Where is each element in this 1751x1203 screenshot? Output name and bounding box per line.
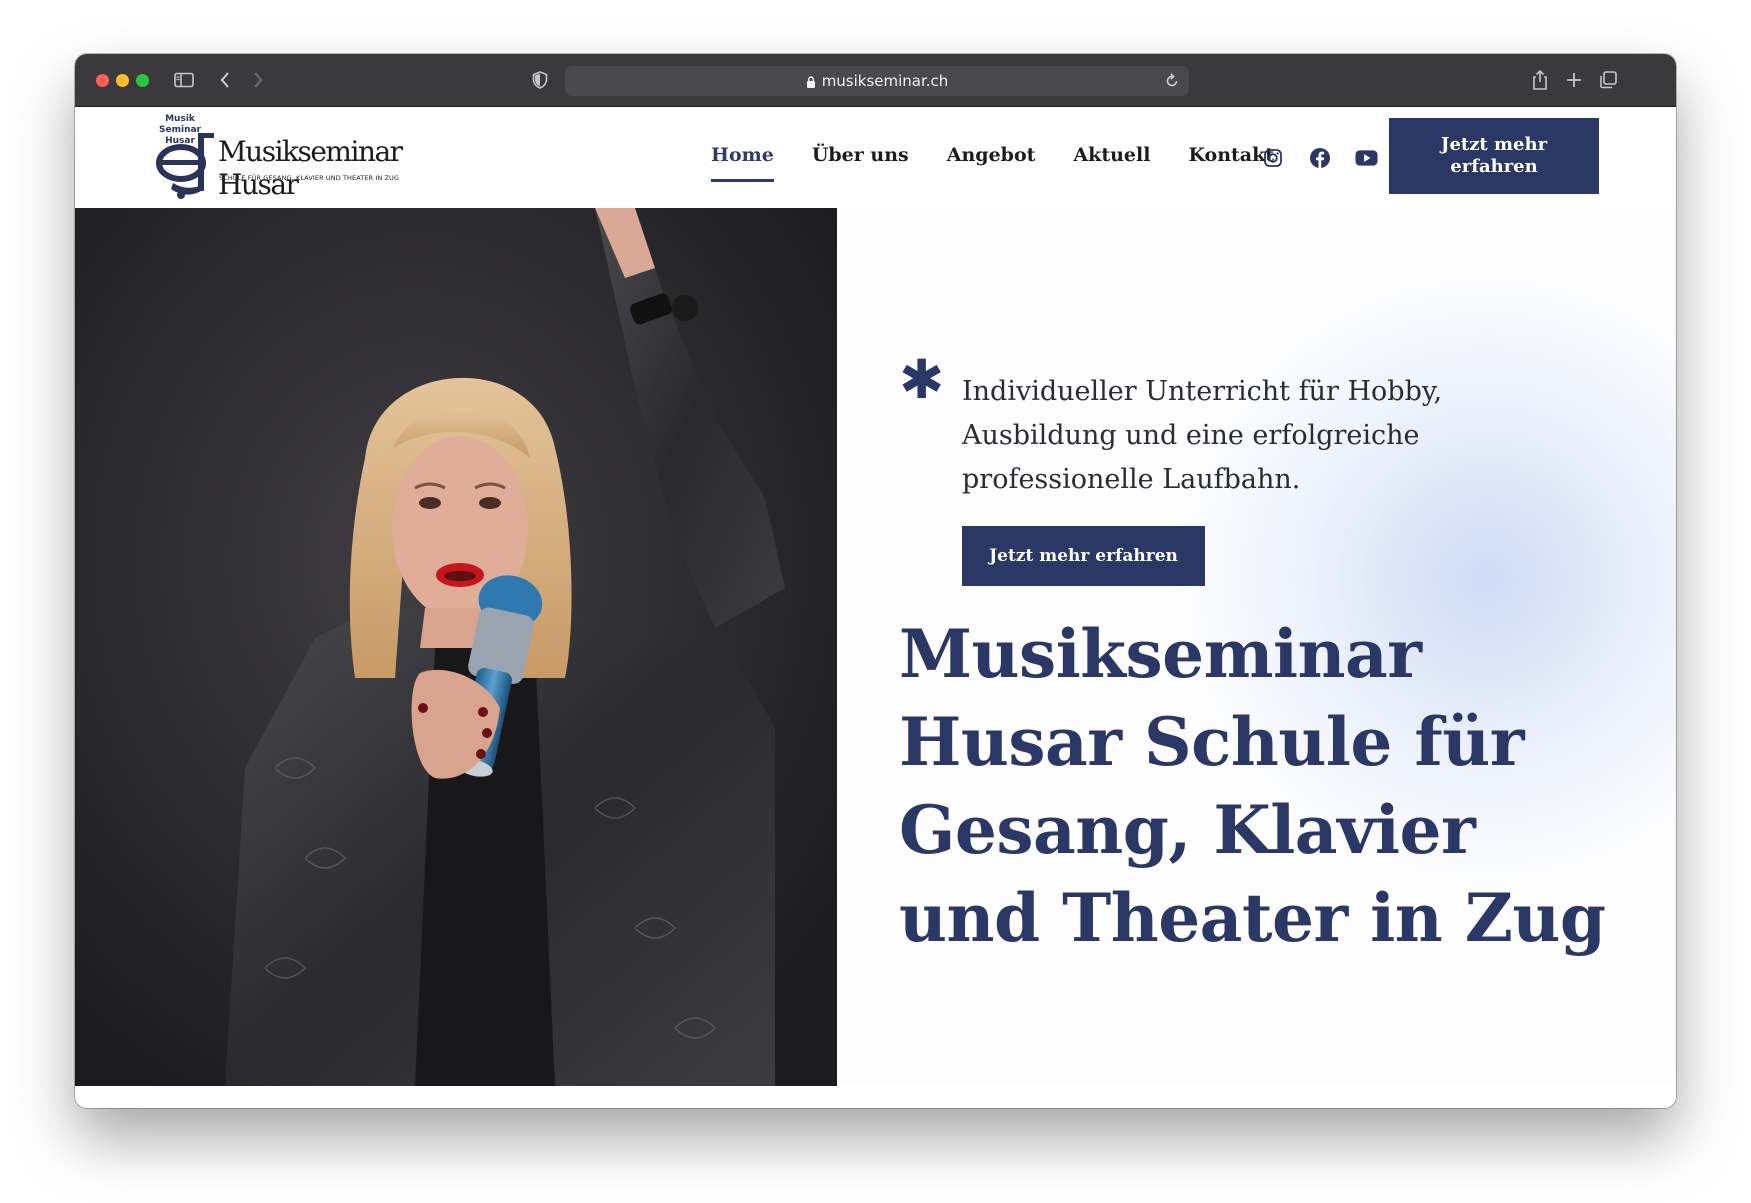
new-tab-icon[interactable] <box>1563 67 1585 93</box>
site-logo[interactable]: Musik Seminar Husar Musikseminar Husar S… <box>153 113 433 203</box>
zoom-window-button[interactable] <box>136 74 149 87</box>
url-text: musikseminar.ch <box>821 72 949 90</box>
browser-toolbar: musikseminar.ch <box>75 54 1676 107</box>
hero-photo <box>75 208 837 1086</box>
main-navigation: Home Über uns Angebot Aktuell Kontakt <box>711 144 1274 182</box>
logo-tagline: SCHULE FÜR GESANG, KLAVIER UND THEATER I… <box>219 174 400 182</box>
singer-illustration <box>75 208 837 1086</box>
hero-intro-text: Individueller Unterricht für Hobby, Ausb… <box>962 376 1443 495</box>
privacy-shield-icon[interactable] <box>530 67 550 93</box>
tab-overview-icon[interactable] <box>1597 67 1619 93</box>
sidebar-toggle-icon[interactable] <box>171 67 197 93</box>
social-links <box>1261 146 1378 169</box>
minimize-window-button[interactable] <box>116 74 129 87</box>
browser-window: musikseminar.ch Musik Seminar Husar Musi… <box>75 54 1676 1108</box>
nav-item-angebot[interactable]: Angebot <box>947 144 1036 178</box>
share-icon[interactable] <box>1529 67 1551 93</box>
nav-item-aktuell[interactable]: Aktuell <box>1073 144 1150 178</box>
close-window-button[interactable] <box>96 74 109 87</box>
back-icon[interactable] <box>215 67 235 93</box>
youtube-icon[interactable] <box>1355 146 1378 169</box>
lock-icon <box>806 75 815 88</box>
page-bottom-strip <box>75 1086 1676 1108</box>
header-cta-button[interactable]: Jetzt mehr erfahren <box>1389 118 1599 194</box>
facebook-icon[interactable] <box>1308 146 1331 169</box>
nav-item-ueber-uns[interactable]: Über uns <box>812 144 909 178</box>
nav-item-home[interactable]: Home <box>711 144 774 182</box>
hero-content: ✱ Individueller Unterricht für Hobby, Au… <box>837 208 1676 1086</box>
address-bar[interactable]: musikseminar.ch <box>565 66 1189 96</box>
reload-icon[interactable] <box>1165 73 1179 89</box>
logo-wordmark: Musikseminar Husar <box>218 135 403 201</box>
instagram-icon[interactable] <box>1261 146 1284 169</box>
logo-mark-icon <box>156 133 214 199</box>
forward-icon[interactable] <box>248 67 268 93</box>
asterisk-icon: ✱ <box>899 348 945 411</box>
hero-cta-button[interactable]: Jetzt mehr erfahren <box>962 526 1205 586</box>
hero-headline: Musikseminar Husar Schule für Gesang, Kl… <box>899 615 1606 957</box>
site-header: Musik Seminar Husar Musikseminar Husar S… <box>75 107 1676 208</box>
